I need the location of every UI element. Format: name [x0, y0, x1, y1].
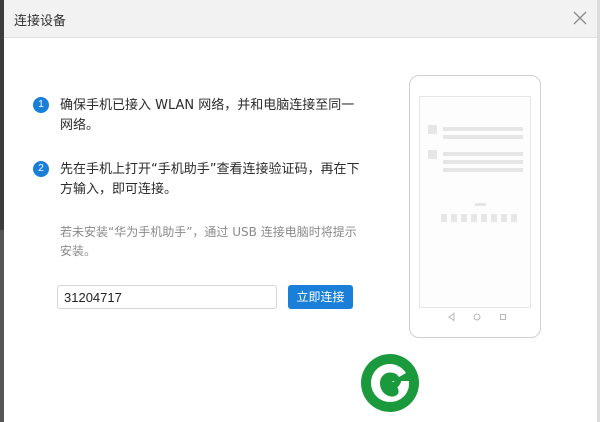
install-hint-note: 若未安装“华为手机助手”，通过 USB 连接电脑时将提示安装。 — [60, 225, 357, 258]
connect-now-button[interactable]: 立即连接 — [288, 285, 353, 309]
placeholder-line — [443, 160, 523, 164]
step-text: 先在手机上打开“手机助手”查看连接验证码，再在下方输入，即可连接。 — [60, 162, 360, 197]
placeholder-line — [443, 135, 523, 139]
placeholder-line — [443, 127, 523, 131]
verification-code-input[interactable] — [57, 285, 277, 309]
step-text: 确保手机已接入 WLAN 网络，并和电脑连接至同一网络。 — [60, 98, 355, 133]
dialog-titlebar: 连接设备 — [4, 0, 597, 38]
back-triangle-icon — [448, 312, 455, 322]
step-number-badge: 1 — [33, 97, 49, 113]
home-circle-icon — [473, 313, 481, 321]
phone-illustration — [409, 75, 541, 338]
placeholder-code-digits — [441, 214, 521, 222]
dialog-title: 连接设备 — [14, 14, 67, 29]
placeholder-dash — [475, 203, 486, 206]
phone-screen — [419, 96, 531, 308]
placeholder-avatar — [428, 125, 437, 134]
close-icon[interactable] — [571, 9, 589, 27]
placeholder-line — [443, 168, 523, 172]
recent-square-icon — [500, 314, 506, 320]
step-number-badge: 2 — [33, 161, 49, 177]
connect-device-dialog: 连接设备 1 确保手机已接入 WLAN 网络，并和电脑连接至同一网络。 2 先在… — [4, 0, 597, 422]
placeholder-avatar — [428, 150, 437, 159]
leaf-logo — [361, 354, 419, 412]
phone-nav-bar — [410, 312, 540, 324]
placeholder-line — [443, 152, 523, 156]
